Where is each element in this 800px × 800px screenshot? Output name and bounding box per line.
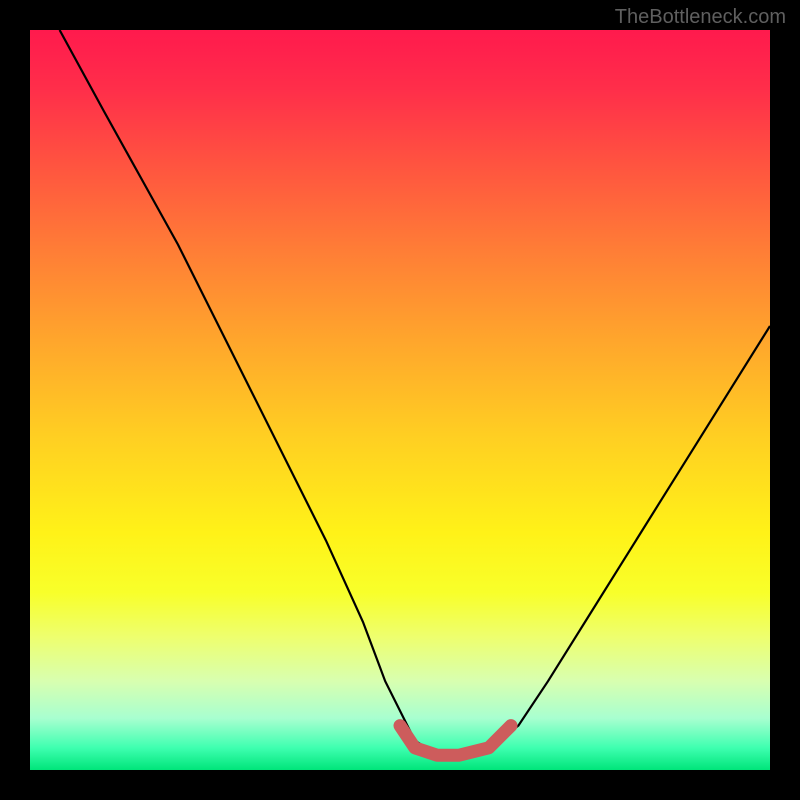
bottleneck-curve-line (60, 30, 770, 755)
chart-plot-area (30, 30, 770, 770)
chart-svg (30, 30, 770, 770)
optimal-zone-highlight (400, 726, 511, 756)
watermark-text: TheBottleneck.com (615, 6, 786, 29)
